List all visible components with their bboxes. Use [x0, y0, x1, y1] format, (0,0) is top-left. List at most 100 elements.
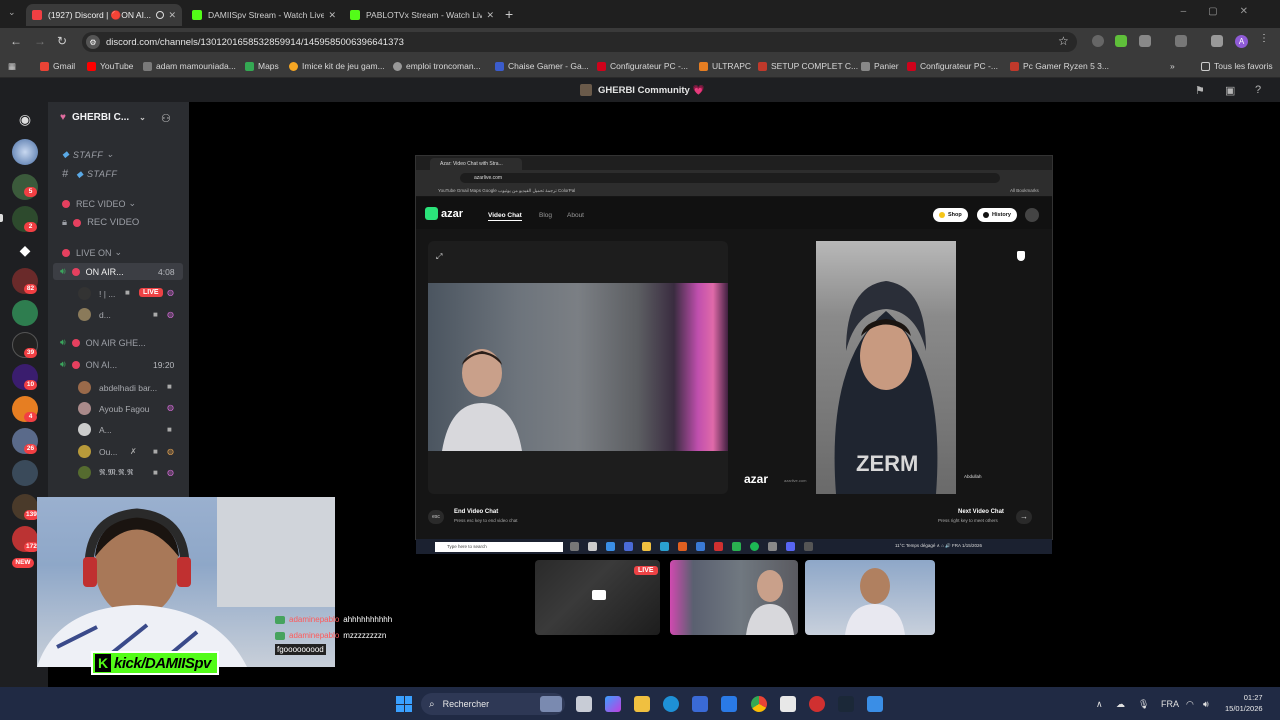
chevron-down-icon: ⌄ [106, 149, 114, 159]
inbox-icon[interactable]: ▣ [1225, 84, 1235, 97]
taskbar-clock[interactable]: 01:27 15/01/2026 [1225, 692, 1263, 714]
bookmark-adam[interactable]: adam mamouniada... [143, 61, 236, 71]
kick-logo-icon: K [95, 654, 111, 672]
profile-avatar[interactable]: A [1235, 35, 1248, 48]
download-icon[interactable] [1211, 35, 1223, 47]
extensions-puzzle-icon[interactable] [1139, 35, 1151, 47]
more-bookmarks-icon[interactable]: » [1170, 61, 1175, 71]
chrome-icon[interactable] [751, 696, 767, 712]
menu-kebab-icon[interactable]: ⋮ [1259, 33, 1271, 45]
azar-watermark: azar [744, 472, 769, 486]
voice-user[interactable]: Ou... [78, 445, 117, 458]
voice-timer: 19:20 [153, 360, 175, 370]
store-icon[interactable] [692, 696, 708, 712]
camera-icon: ■ [167, 382, 172, 391]
bookmark-emploi[interactable]: emploi troncoman... [393, 61, 481, 71]
svg-text:ZERM: ZERM [856, 451, 918, 476]
app-icon[interactable] [867, 696, 883, 712]
channel-rec-video[interactable]: 🔒︎ REC VIDEO [62, 217, 139, 228]
bookmark-panier[interactable]: Panier [861, 61, 899, 71]
voice-channel-on-air-3[interactable]: 🔊︎ ON AI... [60, 359, 117, 370]
participant-thumbnail-webcam[interactable] [805, 560, 935, 635]
azar-logo: azar [425, 207, 463, 220]
channel-staff[interactable]: # ◆ STAFF [62, 168, 117, 180]
tab-damiispv[interactable]: DAMIISpv Stream - Watch Live ✕ [186, 4, 342, 26]
start-button[interactable] [396, 696, 412, 712]
server-icon[interactable] [12, 460, 38, 486]
task-view-icon[interactable] [576, 696, 592, 712]
invite-people-icon[interactable]: ⚇ [161, 112, 171, 125]
bookmark-setup[interactable]: SETUP COMPLET C... [758, 61, 858, 71]
voice-user[interactable]: 𝕽.𝕸.𝕽.𝕽 [78, 466, 133, 479]
site-info-icon[interactable]: ⚙ [86, 35, 100, 49]
network-app-icon[interactable]: ☁ [1116, 699, 1125, 710]
window-controls[interactable]: –▢✕ [1181, 6, 1270, 17]
apps-grid-icon[interactable]: ▦ [8, 61, 16, 72]
reload-icon[interactable]: ↻ [57, 34, 67, 48]
tab-search-icon[interactable]: ⌄ [8, 7, 16, 18]
bookmark-star-icon[interactable]: ☆ [1058, 34, 1069, 48]
bookmark-gmail[interactable]: Gmail [40, 61, 75, 71]
new-tab-button[interactable]: + [505, 6, 513, 22]
azar-logo-icon [425, 207, 438, 220]
wifi-icon[interactable]: ◠ [1186, 699, 1194, 710]
server-icon[interactable] [12, 139, 38, 165]
bookmark-configurateur-2[interactable]: Configurateur PC -... [907, 61, 998, 71]
extension-icon[interactable] [1115, 35, 1127, 47]
next-chat-hint: Press right key to meet others [938, 518, 998, 523]
bookmark-ultrapc[interactable]: ULTRAPC [699, 61, 751, 71]
chevron-down-icon: ⌄ [114, 247, 123, 257]
steam-icon[interactable] [838, 696, 854, 712]
server-selected-pill [0, 214, 3, 222]
voice-user[interactable]: d... [78, 308, 111, 321]
extension-icon[interactable] [1092, 35, 1104, 47]
close-tab-icon[interactable]: ✕ [486, 10, 494, 21]
copilot-icon[interactable] [605, 696, 621, 712]
file-explorer-icon[interactable] [634, 696, 650, 712]
bookmark-maps[interactable]: Maps [245, 61, 279, 71]
bookmark-imice[interactable]: Imice kit de jeu gam... [289, 61, 385, 71]
address-bar[interactable]: ⚙ discord.com/channels/13012016585328599… [82, 32, 1077, 52]
app-icon[interactable] [809, 696, 825, 712]
camera-icon: ■ [153, 447, 158, 456]
bookmark-pcgamer[interactable]: Pc Gamer Ryzen 5 3... [1010, 61, 1109, 71]
participant-figure [845, 568, 905, 635]
bookmark-youtube[interactable]: YouTube [87, 61, 133, 71]
voice-user[interactable]: A... [78, 423, 112, 436]
bookmark-chaise[interactable]: Chaise Gamer - Ga... [495, 61, 589, 71]
forward-icon[interactable]: → [34, 34, 46, 48]
voice-user[interactable]: abdelhadi bar... [78, 381, 157, 394]
pin-icon[interactable]: ⚑ [1195, 84, 1205, 97]
voice-channel-on-air-2[interactable]: 🔊︎ ON AIR GHE... [60, 337, 146, 348]
volume-icon[interactable]: 🔊︎ [1203, 699, 1209, 710]
tray-overflow-icon[interactable]: ∧ [1096, 699, 1103, 710]
discord-home-icon[interactable]: ◉ [12, 106, 38, 132]
bookmarks-manager-icon[interactable] [1175, 35, 1187, 47]
tab-discord[interactable]: (1927) Discord | 🔴ON AI... ✕ [26, 4, 182, 26]
app-icon[interactable] [780, 696, 796, 712]
shared-taskbar-icon [768, 542, 777, 551]
category-live-on[interactable]: LIVE ON ⌄ [62, 247, 122, 258]
participant-thumbnail-cam[interactable] [670, 560, 798, 635]
microphone-icon[interactable]: 🎙︎ [1138, 699, 1149, 710]
kick-favicon-icon [350, 10, 360, 20]
tab-pablotvx[interactable]: PABLOTVx Stream - Watch Live ✕ [344, 4, 500, 26]
back-icon[interactable]: ← [10, 34, 22, 48]
bookmark-configurateur[interactable]: Configurateur PC -... [597, 61, 688, 71]
diamond-server-icon[interactable]: ◆ [12, 237, 38, 263]
close-tab-icon[interactable]: ✕ [168, 10, 176, 21]
mail-icon[interactable] [721, 696, 737, 712]
server-icon[interactable] [12, 300, 38, 326]
language-indicator[interactable]: FRA [1161, 699, 1179, 709]
category-rec-video[interactable]: REC VIDEO ⌄ [62, 198, 136, 209]
help-icon[interactable]: ? [1255, 84, 1261, 96]
edge-icon[interactable] [663, 696, 679, 712]
close-tab-icon[interactable]: ✕ [328, 10, 336, 21]
all-bookmarks-folder[interactable]: Tous les favoris [1201, 61, 1273, 71]
voice-user[interactable]: Ayoub Fagou [78, 402, 149, 415]
guild-name-button[interactable]: ♥ GHERBI C... ⌄ [60, 112, 146, 123]
red-dot-icon [62, 248, 70, 257]
chat-message: adaminepablo ahhhhhhhhhh [275, 615, 392, 624]
category-staff[interactable]: ◆ STAFF ⌄ [62, 149, 114, 160]
voice-user[interactable]: ! | ... [78, 287, 115, 300]
